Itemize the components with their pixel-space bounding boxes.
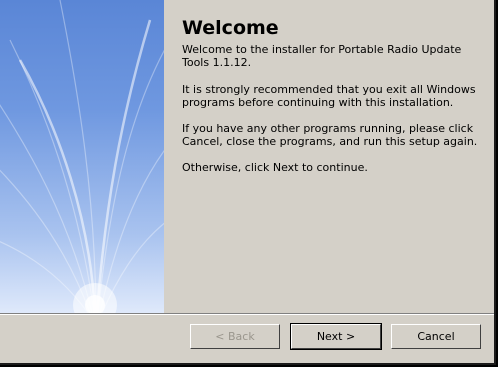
back-button[interactable]: < Back — [190, 324, 280, 349]
footer-divider-highlight — [0, 314, 494, 315]
continue-instruction-text: Otherwise, click Next to continue. — [182, 161, 368, 174]
page-title: Welcome — [182, 17, 279, 39]
recommendation-text: It is strongly recommended that you exit… — [182, 83, 476, 109]
wizard-banner-image — [0, 0, 164, 313]
cancel-instruction-text: If you have any other programs running, … — [182, 122, 478, 148]
banner-swirl-graphic — [0, 0, 164, 313]
next-button[interactable]: Next > — [290, 323, 382, 350]
cancel-button[interactable]: Cancel — [391, 324, 481, 349]
wizard-content-panel: Welcome Welcome to the installer for Por… — [164, 0, 494, 313]
installer-window: Welcome Welcome to the installer for Por… — [0, 0, 496, 365]
welcome-text: Welcome to the installer for Portable Ra… — [182, 43, 462, 69]
